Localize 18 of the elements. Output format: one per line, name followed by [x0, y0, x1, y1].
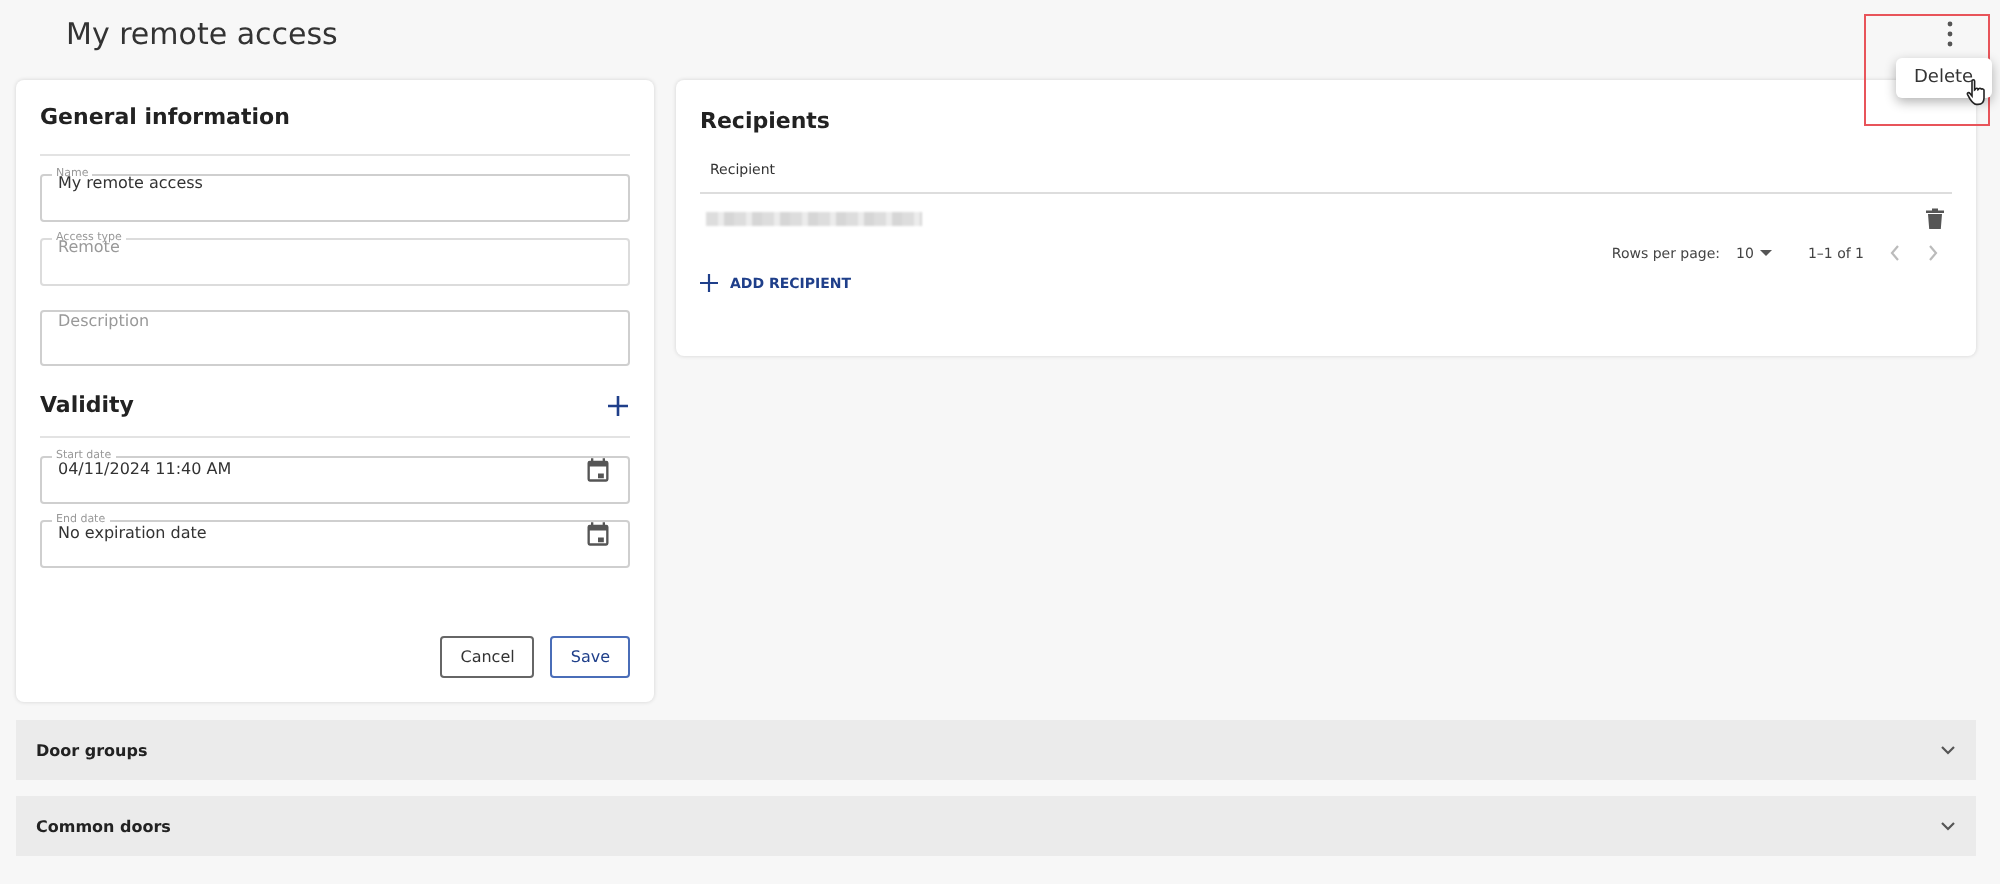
plus-icon	[700, 274, 718, 292]
chevron-icon	[1940, 744, 1956, 756]
section-title: Validity	[40, 392, 134, 418]
page-title: My remote access	[66, 16, 338, 52]
calendar-icon[interactable]	[584, 455, 612, 483]
dropdown-caret-icon	[1759, 249, 1772, 257]
chevron-icon	[1940, 820, 1956, 832]
accordion-header[interactable]: Common doors	[16, 796, 1976, 856]
section-title: Recipients	[700, 108, 832, 134]
accordion-header[interactable]: Door groups	[16, 720, 1976, 780]
section-title: General information	[40, 104, 292, 130]
highlight-frame	[1864, 14, 1990, 126]
cancel-button[interactable]: Cancel	[440, 636, 535, 678]
calendar-icon[interactable]	[584, 519, 612, 547]
trash-icon[interactable]	[1926, 208, 1944, 230]
save-button[interactable]: Save	[550, 636, 630, 678]
delete-menu-item[interactable]: Delete	[1896, 58, 1992, 98]
plus-icon[interactable]	[606, 393, 630, 417]
